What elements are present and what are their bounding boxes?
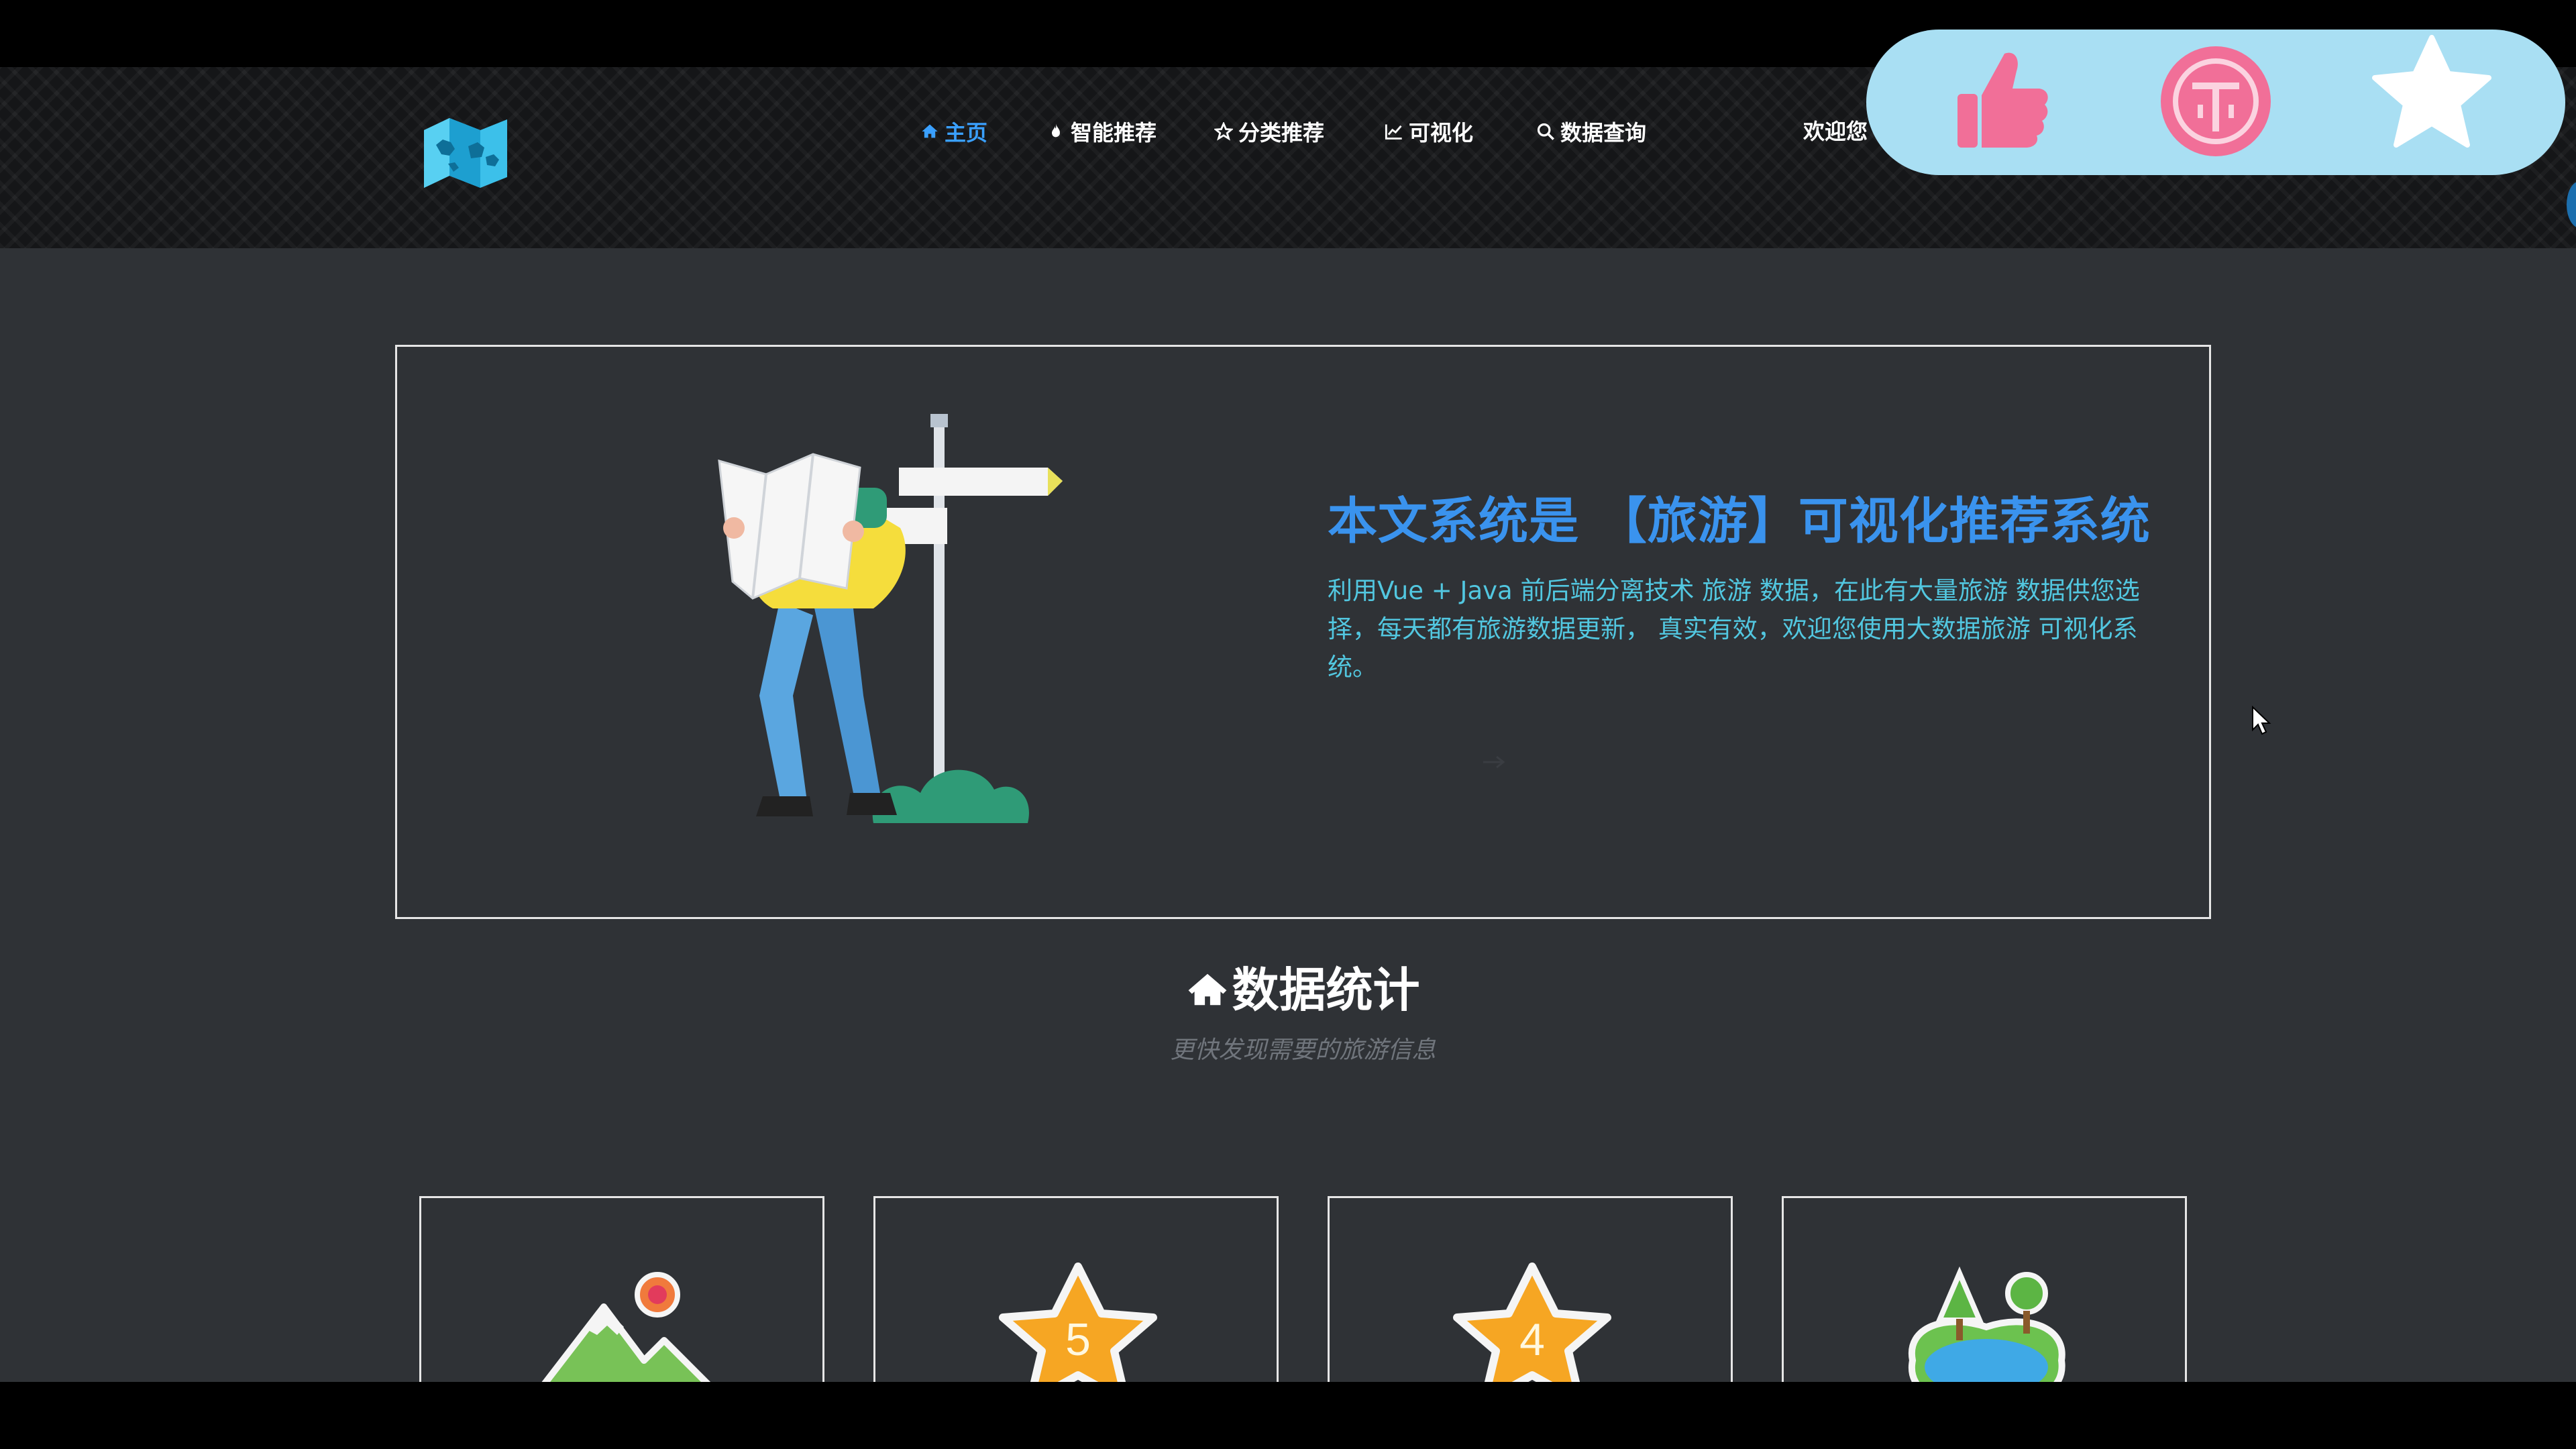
stat-card-lake[interactable] bbox=[1782, 1196, 2187, 1382]
nav-home-label: 主页 bbox=[945, 120, 988, 146]
video-frame: 主页 智能推荐 分类推荐 可视化 数据查询 欢迎您 本文系统是 【旅游】可视化推… bbox=[0, 0, 2576, 1449]
four-star-number: 4 bbox=[1519, 1314, 1545, 1365]
mountain-icon bbox=[541, 1272, 711, 1382]
action-panel bbox=[1866, 30, 2565, 175]
hero-more-link[interactable] bbox=[1328, 749, 1506, 773]
arrow-right-icon bbox=[1483, 755, 1505, 768]
star-icon[interactable] bbox=[2369, 35, 2494, 149]
nav-category-recommend-label: 分类推荐 bbox=[1238, 120, 1325, 146]
line-chart-icon bbox=[1385, 124, 1402, 140]
lake-icon bbox=[1908, 1266, 2065, 1382]
stat-card-mountain[interactable] bbox=[419, 1196, 824, 1382]
stats-subtitle: 更快发现需要的旅游信息 bbox=[1170, 1036, 1436, 1064]
map-logo-icon[interactable] bbox=[421, 115, 510, 191]
nav-data-query[interactable]: 数据查询 bbox=[1536, 118, 1647, 146]
fire-icon bbox=[1051, 123, 1060, 138]
stats-title: 数据统计 bbox=[0, 953, 2576, 1020]
search-icon bbox=[1537, 123, 1554, 140]
nav-smart-recommend-label: 智能推荐 bbox=[1071, 120, 1157, 146]
four-star-icon: 4 bbox=[1453, 1263, 1611, 1382]
hero-description: 利用Vue + Java 前后端分离技术 旅游 数据，在此有大量旅游 数据供您选… bbox=[1328, 576, 2140, 682]
welcome-text[interactable]: 欢迎您 bbox=[1803, 118, 1868, 145]
user-avatar[interactable] bbox=[2567, 181, 2576, 228]
stat-card-four-star[interactable]: 4 bbox=[1328, 1196, 1733, 1382]
browser-viewport: 主页 智能推荐 分类推荐 可视化 数据查询 欢迎您 本文系统是 【旅游】可视化推… bbox=[0, 67, 2576, 1382]
five-star-icon: 5 bbox=[999, 1263, 1157, 1382]
coin-icon[interactable] bbox=[2159, 44, 2273, 158]
nav-home[interactable]: 主页 bbox=[920, 118, 988, 146]
nav-category-recommend[interactable]: 分类推荐 bbox=[1214, 118, 1325, 146]
star-outline-icon bbox=[1214, 122, 1233, 141]
hero-title: 本文系统是 【旅游】可视化推荐系统 bbox=[1328, 492, 2151, 550]
home-icon bbox=[922, 124, 938, 138]
five-star-number: 5 bbox=[1065, 1314, 1091, 1365]
nav-visualization-label: 可视化 bbox=[1409, 120, 1474, 146]
home-icon bbox=[1188, 973, 1226, 1006]
mouse-cursor-icon bbox=[2252, 706, 2271, 735]
traveler-map-illustration bbox=[718, 414, 1063, 823]
hero-banner: 本文系统是 【旅游】可视化推荐系统 利用Vue + Java 前后端分离技术 旅… bbox=[395, 345, 2211, 919]
stats-title-text: 数据统计 bbox=[1232, 963, 1420, 1018]
nav-smart-recommend[interactable]: 智能推荐 bbox=[1046, 118, 1157, 146]
stat-card-five-star[interactable]: 5 bbox=[873, 1196, 1279, 1382]
nav-visualization[interactable]: 可视化 bbox=[1385, 118, 1474, 146]
thumbs-up-icon[interactable] bbox=[1951, 47, 2051, 154]
nav-data-query-label: 数据查询 bbox=[1560, 120, 1647, 146]
